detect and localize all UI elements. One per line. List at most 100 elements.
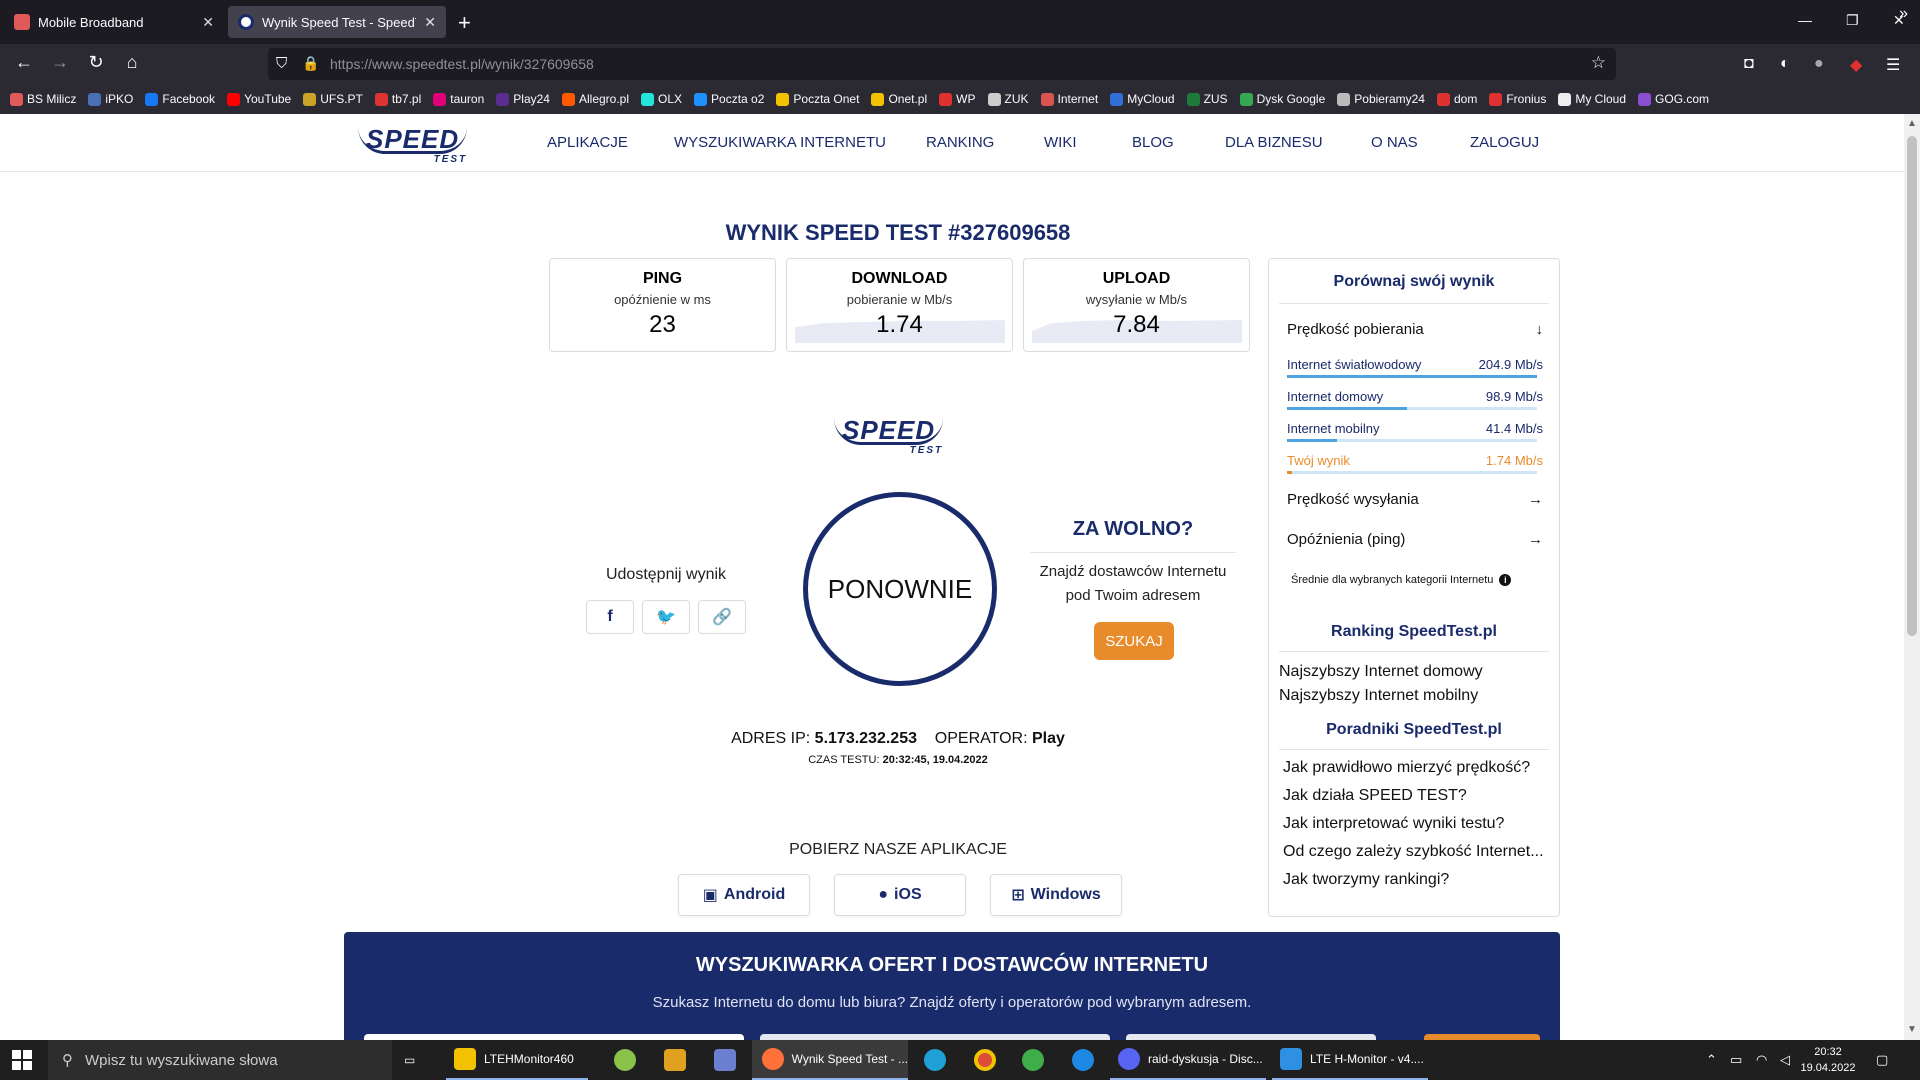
test-again-button[interactable]: PONOWNIE bbox=[803, 492, 997, 686]
guide-link[interactable]: Jak tworzymy rankingi? bbox=[1283, 871, 1449, 889]
bookmark-item[interactable]: Facebook bbox=[145, 92, 215, 106]
volume-icon[interactable]: ◁ bbox=[1780, 1052, 1790, 1068]
bookmark-item[interactable]: Internet bbox=[1040, 92, 1098, 106]
tab-mobile-broadband[interactable]: Mobile Broadband ✕ bbox=[4, 6, 224, 38]
bookmark-item[interactable]: Allegro.pl bbox=[561, 92, 629, 106]
taskbar-pinned-app[interactable] bbox=[614, 1040, 636, 1080]
taskbar-search[interactable]: ⚲ Wpisz tu wyszukiwane słowa bbox=[48, 1040, 392, 1080]
minimize-icon[interactable]: — bbox=[1798, 12, 1812, 28]
info-icon[interactable]: i bbox=[1499, 574, 1512, 586]
more-bookmarks-icon[interactable]: » bbox=[1899, 5, 1908, 23]
download-speed-section[interactable]: Prędkość pobierania ↓ bbox=[1287, 321, 1543, 338]
bookmark-item[interactable]: GOG.com bbox=[1638, 92, 1709, 106]
scroll-up-icon[interactable]: ▲ bbox=[1907, 118, 1917, 129]
back-icon[interactable]: ← bbox=[12, 52, 36, 73]
android-app-button[interactable]: ▣ Android bbox=[678, 874, 810, 916]
menu-wiki[interactable]: WIKI bbox=[1044, 134, 1077, 151]
menu-wyszukiwarka[interactable]: WYSZUKIWARKA INTERNETU bbox=[674, 134, 886, 151]
new-tab-button[interactable]: + bbox=[458, 10, 471, 36]
menu-ranking[interactable]: RANKING bbox=[926, 134, 994, 151]
tray-chevron-icon[interactable]: ⌃ bbox=[1706, 1052, 1717, 1068]
taskbar-pinned-chrome[interactable] bbox=[974, 1040, 996, 1080]
url-text[interactable]: https://www.speedtest.pl/wynik/327609658 bbox=[330, 56, 594, 72]
bookmark-item[interactable]: ZUS bbox=[1186, 92, 1228, 106]
menu-icon[interactable]: ☰ bbox=[1886, 55, 1900, 75]
bookmark-item[interactable]: Poczta Onet bbox=[776, 92, 859, 106]
account-icon[interactable]: ● bbox=[1814, 55, 1824, 73]
search-providers-button[interactable]: SZUKAJ bbox=[1094, 622, 1174, 660]
ping-section[interactable]: Opóźnienia (ping) → bbox=[1287, 531, 1543, 548]
section-label: Prędkość wysyłania bbox=[1287, 491, 1419, 508]
speedtest-logo[interactable]: SPEED TEST bbox=[358, 126, 468, 166]
bookmark-item[interactable]: dom bbox=[1436, 92, 1477, 106]
guide-link[interactable]: Jak działa SPEED TEST? bbox=[1283, 787, 1467, 805]
ranking-link-home[interactable]: Najszybszy Internet domowy bbox=[1279, 663, 1483, 681]
bookmark-item[interactable]: Pobieramy24 bbox=[1337, 92, 1425, 106]
bookmark-item[interactable]: My Cloud bbox=[1558, 92, 1626, 106]
taskbar-clock[interactable]: 20:32 19.04.2022 bbox=[1796, 1044, 1860, 1076]
bookmark-item[interactable]: tb7.pl bbox=[374, 92, 421, 106]
menu-o-nas[interactable]: O NAS bbox=[1371, 134, 1418, 151]
reload-icon[interactable]: ↻ bbox=[84, 52, 108, 73]
menu-dla-biznesu[interactable]: DLA BIZNESU bbox=[1225, 134, 1323, 151]
bookmark-item[interactable]: Onet.pl bbox=[871, 92, 927, 106]
bookmark-item[interactable]: ZUK bbox=[987, 92, 1029, 106]
guide-link[interactable]: Jak interpretować wyniki testu? bbox=[1283, 815, 1504, 833]
bookmark-item[interactable]: BS Milicz bbox=[10, 92, 76, 106]
menu-aplikacje[interactable]: APLIKACJE bbox=[547, 134, 628, 151]
taskbar-pinned-app[interactable] bbox=[1022, 1040, 1044, 1080]
battery-icon[interactable]: ▭ bbox=[1730, 1052, 1742, 1068]
scrollbar-thumb[interactable] bbox=[1907, 136, 1917, 636]
close-tab-icon[interactable]: ✕ bbox=[424, 14, 436, 31]
bookmark-item[interactable]: WP bbox=[939, 92, 976, 106]
guide-link[interactable]: Od czego zależy szybkość Internet... bbox=[1283, 843, 1544, 861]
task-view-icon[interactable]: ▭ bbox=[404, 1040, 415, 1080]
upload-speed-section[interactable]: Prędkość wysyłania → bbox=[1287, 491, 1543, 508]
bookmark-item[interactable]: Fronius bbox=[1489, 92, 1546, 106]
tracking-shield-icon[interactable]: ⛉ bbox=[276, 55, 287, 72]
share-twitter-button[interactable]: 🐦 bbox=[642, 600, 690, 634]
lock-icon[interactable]: 🔒 bbox=[302, 55, 319, 72]
taskbar-app-lte-hmonitor[interactable]: LTE H-Monitor - v4.... bbox=[1272, 1040, 1428, 1080]
windows-app-button[interactable]: ⊞ Windows bbox=[990, 874, 1122, 916]
bookmark-item[interactable]: tauron bbox=[433, 92, 484, 106]
bookmark-star-icon[interactable]: ☆ bbox=[1591, 53, 1606, 73]
extension-icon[interactable]: ◐ bbox=[1780, 55, 1790, 73]
bookmark-item[interactable]: UFS.PT bbox=[303, 92, 363, 106]
wifi-icon[interactable]: ◠ bbox=[1756, 1052, 1767, 1068]
bookmark-item[interactable]: OLX bbox=[641, 92, 682, 106]
taskbar-pinned-edge[interactable] bbox=[924, 1040, 946, 1080]
ranking-link-mobile[interactable]: Najszybszy Internet mobilny bbox=[1279, 687, 1478, 705]
bookmark-item[interactable]: Play24 bbox=[496, 92, 550, 106]
divider bbox=[1279, 749, 1549, 750]
menu-blog[interactable]: BLOG bbox=[1132, 134, 1174, 151]
pocket-icon[interactable]: ◘ bbox=[1744, 55, 1754, 73]
bookmark-item[interactable]: YouTube bbox=[227, 92, 291, 106]
start-button[interactable] bbox=[12, 1050, 32, 1070]
guide-link[interactable]: Jak prawidłowo mierzyć prędkość? bbox=[1283, 759, 1530, 777]
bookmark-item[interactable]: iPKO bbox=[88, 92, 133, 106]
taskbar-pinned-app[interactable] bbox=[664, 1040, 686, 1080]
forward-icon[interactable]: → bbox=[48, 52, 72, 73]
bookmark-item[interactable]: Poczta o2 bbox=[694, 92, 764, 106]
taskbar-pinned-app[interactable] bbox=[714, 1040, 736, 1080]
restore-icon[interactable]: ❐ bbox=[1846, 12, 1859, 29]
menu-zaloguj[interactable]: ZALOGUJ bbox=[1470, 134, 1539, 151]
ublock-icon[interactable]: ◆ bbox=[1850, 55, 1862, 75]
bookmark-item[interactable]: MyCloud bbox=[1110, 92, 1175, 106]
copy-link-button[interactable]: 🔗 bbox=[698, 600, 746, 634]
address-bar[interactable]: ⛉ 🔒 https://www.speedtest.pl/wynik/32760… bbox=[268, 48, 1616, 80]
close-tab-icon[interactable]: ✕ bbox=[202, 14, 214, 31]
taskbar-app-ltehmonitor[interactable]: LTEHMonitor460 bbox=[446, 1040, 588, 1080]
share-facebook-button[interactable]: f bbox=[586, 600, 634, 634]
notifications-icon[interactable]: ▢ bbox=[1876, 1052, 1888, 1068]
bookmark-item[interactable]: Dysk Google bbox=[1239, 92, 1325, 106]
home-icon[interactable]: ⌂ bbox=[120, 52, 144, 73]
ios-app-button[interactable]: ● iOS bbox=[834, 874, 966, 916]
page-scrollbar[interactable]: ▲ ▼ bbox=[1904, 114, 1920, 1040]
taskbar-app-discord[interactable]: raid-dyskusja - Disc... bbox=[1110, 1040, 1266, 1080]
taskbar-app-firefox[interactable]: Wynik Speed Test - ... bbox=[752, 1040, 908, 1080]
scroll-down-icon[interactable]: ▼ bbox=[1907, 1024, 1917, 1035]
taskbar-pinned-media[interactable] bbox=[1072, 1040, 1094, 1080]
tab-speedtest[interactable]: Wynik Speed Test - SpeedTest.pl ✕ bbox=[228, 6, 446, 38]
